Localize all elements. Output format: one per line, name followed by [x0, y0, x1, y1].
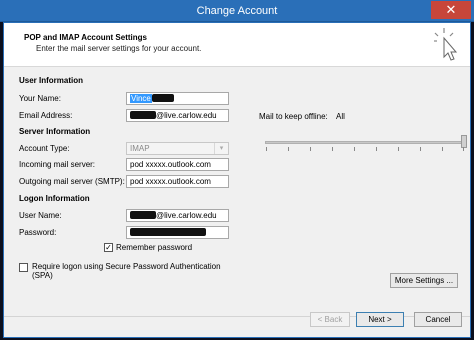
- your-name-value: Vince: [130, 94, 152, 103]
- section-server-information: Server Information: [19, 127, 91, 136]
- redaction-mark: [130, 211, 156, 219]
- outgoing-server-label: Outgoing mail server (SMTP):: [19, 177, 125, 186]
- dialog-header: POP and IMAP Account Settings Enter the …: [4, 23, 470, 67]
- outgoing-server-field[interactable]: pod xxxxx.outlook.com: [126, 175, 229, 188]
- email-address-field[interactable]: @live.carlow.edu: [126, 109, 229, 122]
- header-subtitle: Enter the mail server settings for your …: [36, 44, 202, 53]
- password-field[interactable]: [126, 226, 229, 239]
- chevron-down-icon: ▾: [214, 143, 228, 154]
- cursor-click-icon: [434, 28, 458, 61]
- account-type-label: Account Type:: [19, 144, 70, 153]
- spa-checkbox[interactable]: [19, 263, 28, 272]
- section-user-information: User Information: [19, 76, 84, 85]
- password-label: Password:: [19, 228, 57, 237]
- account-type-value: IMAP: [130, 144, 150, 153]
- your-name-label: Your Name:: [19, 94, 61, 103]
- mail-offline-label: Mail to keep offline:: [259, 112, 328, 121]
- more-settings-button[interactable]: More Settings ...: [390, 273, 458, 288]
- mail-offline-value: All: [336, 112, 345, 121]
- user-name-field[interactable]: @live.carlow.edu: [126, 209, 229, 222]
- header-title: POP and IMAP Account Settings: [24, 33, 147, 42]
- dialog-body: POP and IMAP Account Settings Enter the …: [3, 22, 471, 338]
- cancel-button[interactable]: Cancel: [414, 312, 462, 327]
- window-title: Change Account: [196, 5, 278, 17]
- user-name-label: User Name:: [19, 211, 62, 220]
- remember-password-label: Remember password: [116, 243, 193, 252]
- user-name-value: @live.carlow.edu: [156, 211, 217, 220]
- spa-label: Require logon using Secure Password Auth…: [32, 262, 221, 271]
- remember-password-checkbox[interactable]: ✓: [104, 243, 113, 252]
- redaction-mark: [130, 111, 156, 119]
- redaction-mark: [151, 94, 174, 102]
- next-button[interactable]: Next >: [356, 312, 404, 327]
- mail-offline-slider[interactable]: [265, 141, 465, 144]
- close-button[interactable]: ✕: [431, 1, 471, 19]
- account-type-select: IMAP ▾: [126, 142, 229, 155]
- redaction-mark: [130, 228, 206, 236]
- email-address-label: Email Address:: [19, 111, 73, 120]
- incoming-server-field[interactable]: pod xxxxx.outlook.com: [126, 158, 229, 171]
- title-bar: Change Account ✕: [0, 0, 474, 22]
- slider-ticks: [266, 147, 464, 152]
- spa-label-continued: (SPA): [32, 271, 53, 280]
- your-name-field[interactable]: Vince: [126, 92, 229, 105]
- email-address-value: @live.carlow.edu: [156, 111, 217, 120]
- section-logon-information: Logon Information: [19, 194, 90, 203]
- incoming-server-label: Incoming mail server:: [19, 160, 96, 169]
- back-button[interactable]: < Back: [310, 312, 350, 327]
